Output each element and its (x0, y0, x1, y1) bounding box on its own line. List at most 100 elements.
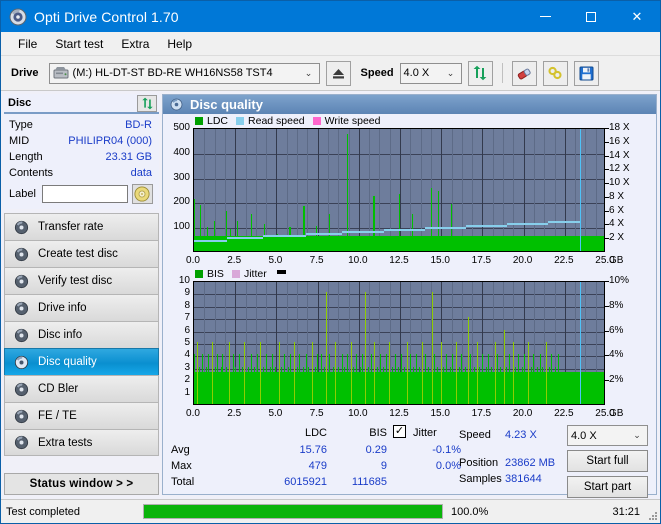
disc-label-key: Label (9, 188, 36, 200)
x-axis-unit: GB (609, 255, 624, 266)
gridline-v (246, 129, 247, 251)
start-full-button[interactable]: Start full (567, 450, 648, 472)
minimize-icon (539, 16, 551, 17)
y-tick-label: 200 (173, 196, 190, 208)
disc-field-type-value: BD-R (125, 119, 152, 131)
test-speed-select[interactable]: 4.0 X ⌄ (567, 425, 648, 446)
stats-max-bis: 9 (380, 460, 387, 472)
jitter-checkbox[interactable]: ✓ (393, 425, 406, 438)
gridline-v (400, 129, 401, 251)
sidebar-item-drive-info[interactable]: Drive info (4, 294, 159, 321)
start-part-button[interactable]: Start part (567, 476, 648, 498)
eraser-icon (517, 68, 531, 79)
drive-select[interactable]: (M:) HL-DT-ST BD-RE WH16NS58 TST4 ⌄ (48, 62, 320, 84)
x-tick-label: 20.0 (512, 255, 533, 266)
link-button[interactable] (542, 60, 568, 86)
menu-item-start-test[interactable]: Start test (46, 34, 112, 54)
gridline-v (287, 129, 288, 251)
sidebar-item-cd-bler[interactable]: CD Bler (4, 375, 159, 402)
sidebar-item-disc-info[interactable]: Disc info (4, 321, 159, 348)
y2-tick-mark (605, 281, 609, 282)
menu-item-help[interactable]: Help (158, 34, 201, 54)
menu-item-file[interactable]: File (9, 34, 46, 54)
window-controls: ✕ (522, 1, 660, 32)
drive-label: Drive (11, 67, 39, 79)
menu-item-extra[interactable]: Extra (112, 34, 158, 54)
y2-tick-label: 10 X (609, 177, 630, 189)
y2-tick-mark (605, 128, 609, 129)
stats-avg-jitter: -0.1% (432, 444, 461, 456)
erase-button[interactable] (511, 60, 537, 86)
gridline-v (235, 129, 236, 251)
minimize-button[interactable] (522, 1, 568, 32)
x-tick-label: 17.5 (471, 408, 492, 419)
speed-readout-label: Speed (459, 429, 491, 441)
sidebar-item-create-test-disc[interactable]: Create test disc (4, 240, 159, 267)
refresh-button[interactable] (467, 60, 493, 86)
samples-value: 381644 (505, 473, 542, 485)
x-tick-label: 20.0 (512, 408, 533, 419)
gridline-v (482, 129, 483, 251)
disc-label-input[interactable] (41, 185, 128, 203)
disc-field-contents-key: Contents (9, 167, 54, 179)
disc-icon (168, 98, 184, 111)
eject-button[interactable] (325, 60, 351, 86)
ldc-plot-area[interactable] (193, 128, 605, 252)
disc-refresh-button[interactable] (137, 95, 157, 112)
gridline-v (493, 129, 494, 251)
stats-total-ldc: 6015921 (284, 476, 327, 488)
read-speed-line (194, 239, 227, 242)
position-label: Position (459, 457, 499, 469)
stats-row-avg-label: Avg (171, 444, 190, 456)
y-tick-label: 6 (184, 324, 190, 336)
disc-icon (10, 274, 32, 289)
y-tick-label: 1 (184, 386, 190, 398)
x-tick-label: 17.5 (471, 255, 492, 266)
nav-list: Transfer rate Create test disc Verify te… (4, 213, 159, 456)
gridline-v (472, 129, 473, 251)
speed-value: 4.0 X (403, 67, 430, 79)
legend-swatch-write-speed (312, 117, 321, 125)
legend-swatch-bis (195, 270, 203, 278)
sidebar-item-fe-te[interactable]: FE / TE (4, 402, 159, 429)
sidebar-item-label: Disc info (38, 329, 83, 341)
refresh-icon (473, 65, 487, 81)
save-button[interactable] (573, 60, 599, 86)
sidebar-item-transfer-rate[interactable]: Transfer rate (4, 213, 159, 240)
status-bar: Test completed 100.0% 31:21 (1, 499, 660, 523)
y2-tick-mark (605, 355, 609, 357)
x-tick-label: 2.5 (227, 408, 242, 419)
read-speed-line (465, 225, 508, 228)
y-tick-label: 5 (184, 337, 190, 348)
maximize-button[interactable] (568, 1, 614, 32)
disc-icon (10, 301, 32, 316)
bis-plot-area[interactable] (193, 281, 605, 405)
y-tick-label: 400 (173, 146, 190, 158)
disc-section-header: Disc (4, 94, 159, 114)
panel-title: Disc quality (163, 95, 656, 114)
sidebar-item-verify-test-disc[interactable]: Verify test disc (4, 267, 159, 294)
y2-tick-mark (605, 238, 609, 240)
y2-tick-mark (605, 210, 609, 212)
position-marker-line (579, 282, 581, 404)
disc-icon (10, 355, 32, 370)
gridline-v (204, 129, 205, 251)
close-button[interactable]: ✕ (614, 1, 660, 32)
chart-drag-handle[interactable] (276, 269, 286, 274)
legend-label-jitter: Jitter (243, 268, 267, 280)
eject-icon (332, 68, 344, 78)
resize-grip-icon[interactable] (647, 510, 658, 521)
stats-max-ldc: 479 (308, 460, 327, 472)
read-speed-line (306, 233, 343, 236)
gridline-v (585, 129, 586, 251)
sidebar-item-label: FE / TE (38, 410, 77, 422)
sidebar-item-disc-quality[interactable]: Disc quality (4, 348, 159, 375)
y2-tick-label: 4% (609, 349, 624, 361)
speed-select[interactable]: 4.0 X ⌄ (399, 62, 462, 84)
sidebar-item-extra-tests[interactable]: Extra tests (4, 429, 159, 456)
x-tick-label: 15.0 (430, 408, 450, 419)
disc-label-button[interactable] (131, 184, 153, 204)
jitter-header-label: Jitter (413, 427, 437, 439)
status-window-button[interactable]: Status window > > (4, 473, 159, 495)
progress-bar (143, 504, 443, 519)
